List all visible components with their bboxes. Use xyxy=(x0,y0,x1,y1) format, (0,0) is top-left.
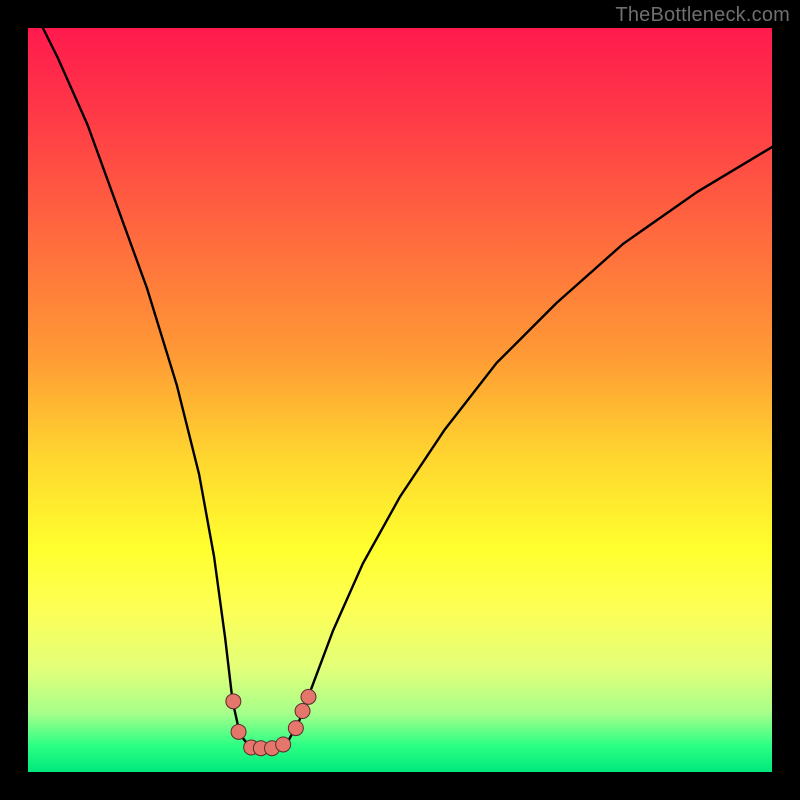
chart-frame: TheBottleneck.com xyxy=(0,0,800,800)
curve-markers xyxy=(226,689,316,755)
data-marker xyxy=(226,694,241,709)
data-marker xyxy=(276,737,291,752)
data-marker xyxy=(295,703,310,718)
bottleneck-curve xyxy=(43,28,772,750)
curve-layer xyxy=(28,28,772,772)
plot-area xyxy=(28,28,772,772)
data-marker xyxy=(231,724,246,739)
data-marker xyxy=(288,721,303,736)
watermark-text: TheBottleneck.com xyxy=(615,4,790,27)
data-marker xyxy=(301,689,316,704)
